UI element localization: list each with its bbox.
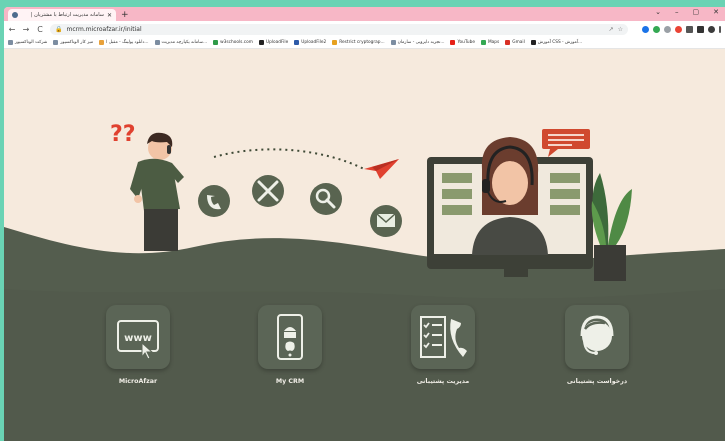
close-window-button[interactable]: ✕ [713,8,719,16]
support-request-app-button[interactable] [565,305,629,369]
browser-window: سامانه مدیریت ارتباط با مشتریان | ✕ + ⌄ … [4,7,725,441]
bookmark-item[interactable]: سامانه یکپارچه مدیریت... [154,40,207,45]
phone-call-icon [198,185,230,217]
forward-button[interactable]: → [22,25,30,34]
browser-toolbar: ← → C 🔒 mcrm.microafzar.ir/initial ↗ ☆ [4,21,725,37]
tab-search-icon[interactable]: ⌄ [655,8,661,16]
bookmark-star-icon[interactable]: ☆ [618,26,623,33]
magnifier-icon [310,183,342,215]
extensions-area [642,25,721,33]
bookmark-item[interactable]: دانلود پولینگ - مقبل ا... [99,40,149,45]
microafzar-app-button[interactable]: www [106,305,170,369]
bookmark-item[interactable]: Restrict cryptograp... [332,40,385,45]
back-button[interactable]: ← [8,25,16,34]
lock-icon[interactable]: 🔒 [55,26,62,33]
support-management-app-button[interactable] [411,305,475,369]
man-with-phone-illustration: ?? [110,122,184,251]
my-crm-app-button[interactable] [258,305,322,369]
extension-icon[interactable] [653,25,660,33]
support-management-app-label[interactable]: مدیریت پشتیبانی [388,378,498,385]
bookmark-item[interactable]: UploadFile2 [294,40,326,45]
checklist-phone-icon [420,316,467,358]
bookmark-item[interactable]: YouTube [450,40,475,45]
browser-tab[interactable]: سامانه مدیریت ارتباط با مشتریان | ✕ [8,9,116,21]
bookmark-favicon-icon [332,40,338,45]
bookmark-item[interactable]: تجربه دایرویی - سازمان... [390,40,444,45]
bookmarks-bar: شرکت الوتاکسپور میز کار الوتاکسپور دانلو… [4,37,725,49]
window-controls: ⌄ – ▢ ✕ [655,8,719,16]
tab-strip: سامانه مدیریت ارتباط با مشتریان | ✕ + ⌄ … [4,7,725,21]
bookmark-favicon-icon [53,40,59,45]
bookmark-favicon-icon [213,40,219,45]
bookmark-item[interactable]: میز کار الوتاکسپور [53,40,93,45]
dotted-path [213,148,365,170]
url-text[interactable]: mcrm.microafzar.ir/initial [66,26,604,33]
support-request-app-label[interactable]: درخواست پشتیبانی [542,378,652,385]
www-click-icon: www [117,320,159,360]
landing-hero: ?? www MicroAfzar My CRM مدیریت پشتیبانی… [4,49,725,441]
bookmark-favicon-icon [294,40,300,45]
tools-icon [252,175,284,207]
bookmark-item[interactable]: w3schools.com [213,40,253,45]
headset-user-icon [580,315,614,355]
bookmark-item[interactable]: شرکت الوتاکسپور [8,40,47,45]
reload-button[interactable]: C [36,25,44,34]
youtube-icon [450,40,456,45]
paper-plane-icon [364,159,399,179]
bookmark-favicon-icon [258,40,264,45]
sidebar-icon[interactable] [697,25,704,33]
extension-icon[interactable] [675,25,682,33]
address-bar[interactable]: 🔒 mcrm.microafzar.ir/initial ↗ ☆ [50,23,628,35]
microafzar-app-label[interactable]: MicroAfzar [83,378,193,385]
bookmark-favicon-icon [530,40,536,45]
bookmark-item[interactable]: Maps [480,40,499,45]
potted-plant-illustration [591,173,632,281]
profile-avatar-icon[interactable] [708,25,715,33]
new-tab-button[interactable]: + [121,9,129,21]
bookmark-favicon-icon [390,40,396,45]
share-icon[interactable]: ↗ [609,26,614,33]
minimize-button[interactable]: – [675,8,679,16]
close-tab-icon[interactable]: ✕ [107,12,112,19]
maximize-button[interactable]: ▢ [693,8,700,16]
menu-kebab-icon[interactable] [719,25,721,33]
extension-icon[interactable] [642,25,649,33]
bookmark-item[interactable]: آموزش CSS - آموزش... [530,40,582,45]
bookmark-item[interactable]: UploadFile [258,40,288,45]
puzzle-icon[interactable] [686,25,693,33]
chat-bubble-icon [542,129,590,157]
favicon-icon [12,12,18,18]
extension-icon[interactable] [664,25,671,33]
gmail-icon [505,40,511,45]
svg-text:www: www [124,333,152,344]
bookmark-item[interactable]: Gmail [505,40,525,45]
question-marks-icon: ?? [110,122,136,147]
mobile-android-apple-icon [277,314,303,360]
bookmark-favicon-icon [8,40,13,45]
maps-icon [480,40,486,45]
envelope-icon [370,205,402,237]
tab-title: سامانه مدیریت ارتباط با مشتریان | [30,12,104,18]
bookmark-favicon-icon [99,40,105,45]
bookmark-favicon-icon [154,40,160,45]
support-agent-monitor-illustration [427,137,593,277]
my-crm-app-label[interactable]: My CRM [235,378,345,385]
